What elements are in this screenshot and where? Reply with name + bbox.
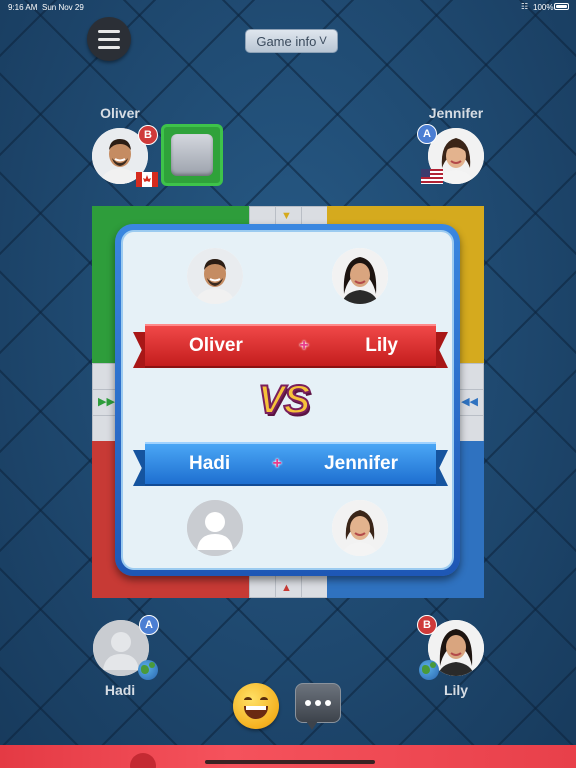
team-badge-top-left: B — [138, 125, 158, 145]
team-red-player2: Lily — [365, 335, 398, 356]
default-user-icon — [187, 500, 243, 556]
team-blue-names: Hadi + Jennifer — [133, 453, 448, 475]
chat-button[interactable] — [295, 683, 341, 730]
menu-icon-line — [98, 29, 120, 33]
hamburger-menu-button[interactable] — [87, 17, 131, 61]
vs-modal-panel: Oliver + Lily VS Hadi + Jennifer — [121, 230, 454, 570]
chevron-down-icon: V — [319, 35, 327, 47]
woman-avatar-icon — [332, 248, 388, 304]
player-name-top-left: Oliver — [100, 105, 140, 121]
team-blue-ribbon: Hadi + Jennifer — [133, 442, 448, 486]
dice-face — [171, 134, 213, 176]
plus-icon: + — [299, 337, 309, 354]
wifi-icon: ☷ — [521, 2, 529, 11]
arrow-up-icon: ▲ — [281, 582, 292, 594]
status-bar: 9:16 AM Sun Nov 29 ☷ 100% — [0, 0, 576, 14]
globe-icon — [138, 660, 158, 680]
menu-icon-line — [98, 45, 120, 49]
smiley-eye — [244, 697, 252, 703]
status-time: 9:16 AM — [8, 3, 38, 12]
arrow-right-icon: ▶▶ — [98, 396, 115, 408]
team-badge-bottom-left: A — [139, 615, 159, 635]
game-info-button[interactable]: Game info V — [245, 29, 338, 53]
player-name-bottom-left: Hadi — [104, 682, 136, 698]
vs-avatar-lily — [332, 248, 388, 304]
game-info-label: Game info — [256, 33, 317, 49]
team-badge-bottom-right: B — [417, 615, 437, 635]
man-avatar-icon — [187, 248, 243, 304]
smiley-eye — [260, 697, 268, 703]
vs-modal: Oliver + Lily VS Hadi + Jennifer — [115, 224, 460, 576]
emoji-button[interactable] — [233, 683, 279, 729]
home-indicator[interactable] — [205, 760, 375, 764]
team-badge-top-right: A — [417, 124, 437, 144]
menu-icon-line — [98, 37, 120, 41]
plus-icon: + — [272, 455, 282, 472]
woman-avatar-icon — [332, 500, 388, 556]
team-blue-player2: Jennifer — [324, 453, 398, 474]
arrow-down-icon: ▼ — [281, 210, 292, 222]
canada-flag-icon — [136, 172, 158, 187]
bottom-banner — [0, 745, 576, 768]
chat-dot — [305, 700, 311, 706]
vs-label: VS — [257, 377, 311, 423]
usa-flag-icon — [421, 169, 443, 184]
team-blue-player1: Hadi — [189, 453, 231, 474]
smiley-mouth — [244, 706, 268, 719]
battery-percent: 100% — [533, 3, 554, 12]
player-name-bottom-right: Lily — [443, 682, 469, 698]
team-red-ribbon: Oliver + Lily — [133, 324, 448, 368]
dice-button[interactable] — [161, 124, 223, 186]
battery-icon — [554, 3, 569, 10]
vs-avatar-jennifer — [332, 500, 388, 556]
chat-dot — [325, 700, 331, 706]
chat-dot — [315, 700, 321, 706]
vs-avatar-hadi — [187, 500, 243, 556]
team-red-player1: Oliver — [189, 335, 243, 356]
banner-decoration — [130, 753, 156, 768]
player-name-top-right: Jennifer — [428, 105, 484, 121]
arrow-left-icon: ◀◀ — [461, 396, 478, 408]
team-red-names: Oliver + Lily — [133, 335, 448, 357]
globe-icon — [419, 660, 439, 680]
vs-avatar-oliver — [187, 248, 243, 304]
status-date: Sun Nov 29 — [42, 3, 84, 12]
